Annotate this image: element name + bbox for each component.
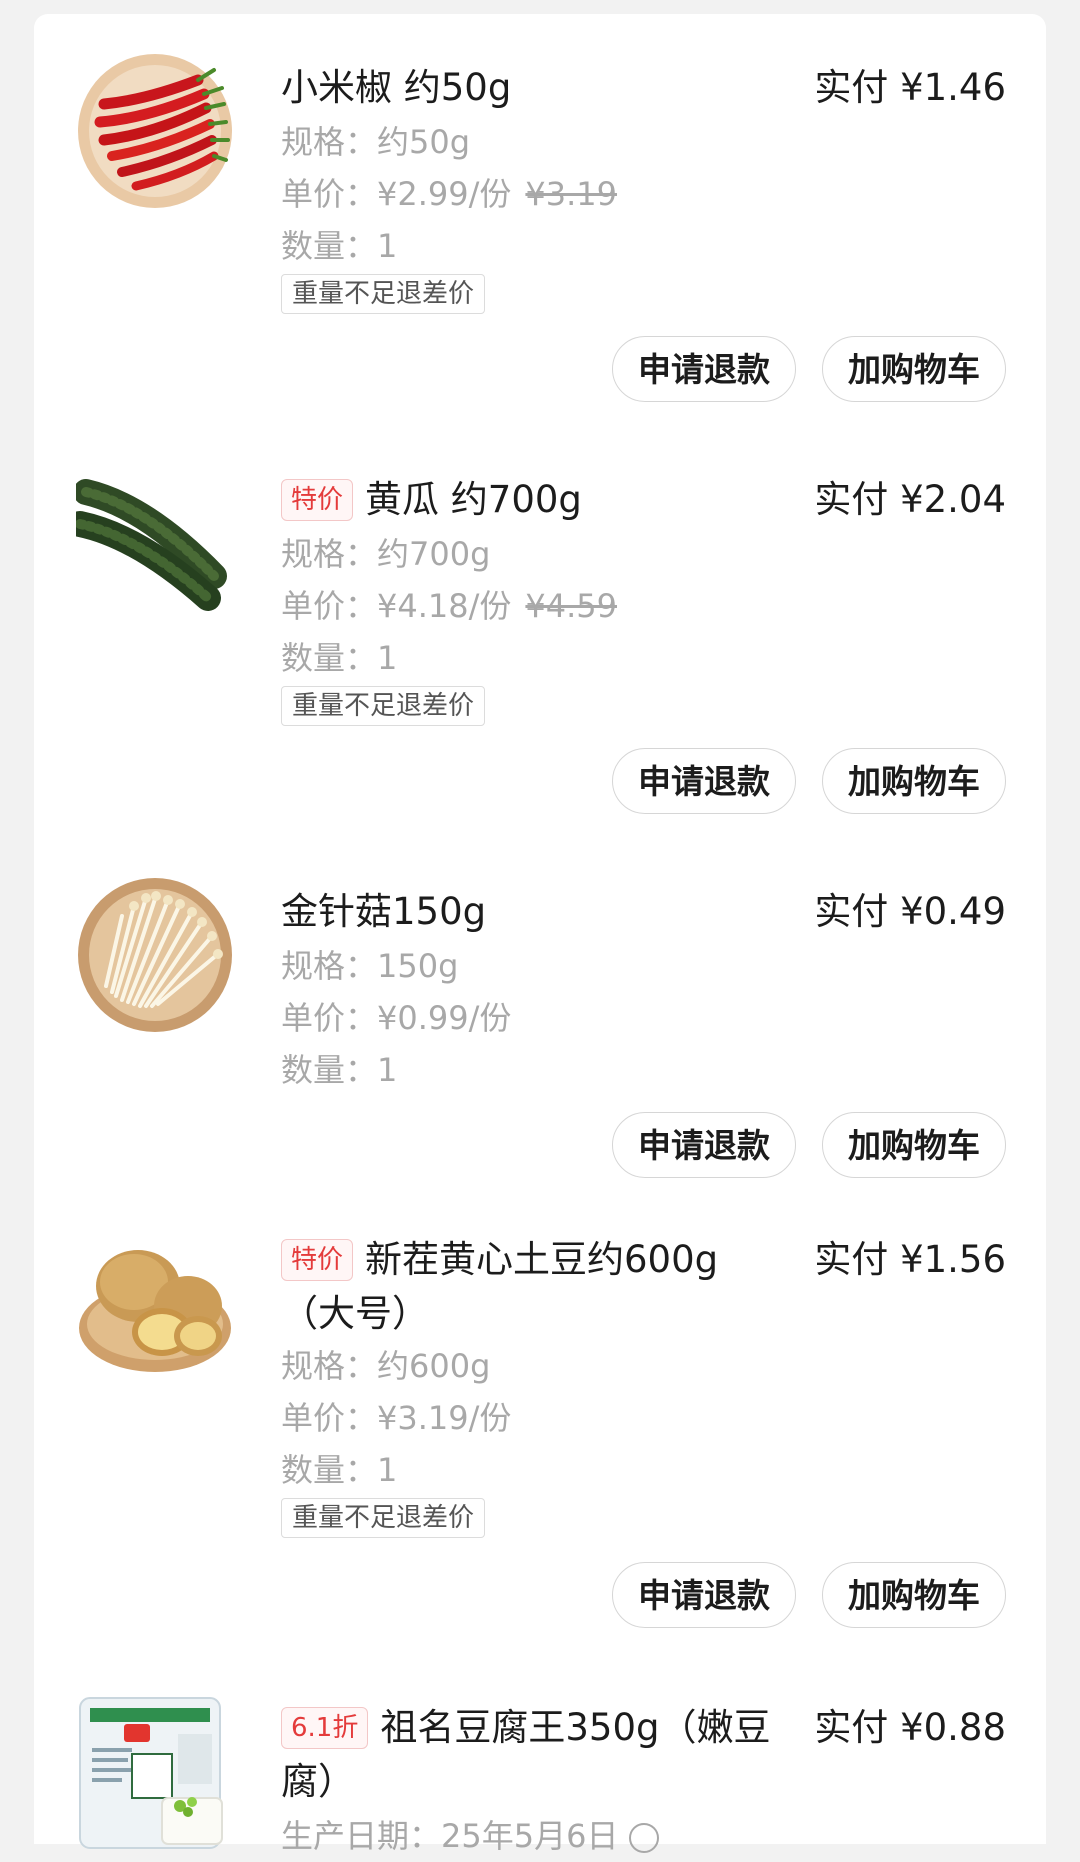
product-title[interactable]: 金针菇150g [281,890,486,933]
refund-button[interactable]: 申请退款 [612,1112,796,1178]
refund-button[interactable]: 申请退款 [612,748,796,814]
paid-amount: 实付 ¥1.46 [814,66,1006,109]
product-unit-price: 单价：¥3.19/份 [281,1399,512,1437]
product-unit-price: 单价：¥0.99/份 [281,999,512,1037]
add-to-cart-button[interactable]: 加购物车 [822,1562,1006,1628]
order-items-card: 小米椒 约50g 实付 ¥1.46 规格：约50g 单价：¥2.99/份 ¥3.1… [34,14,1046,1855]
production-date: 生产日期：25年5月6日 [281,1810,659,1862]
original-price: ¥3.19 [525,175,618,213]
product-unit-price-row: 单价：¥2.99/份 ¥3.19 [281,168,617,220]
product-title-row: 6.1折 祖名豆腐王350g（嫩豆腐） [281,1701,771,1809]
paid-amount: 实付 ¥1.56 [814,1238,1006,1281]
product-quantity: 数量：1 [281,1451,398,1489]
add-to-cart-button[interactable]: 加购物车 [822,1112,1006,1178]
weight-refund-badge: 重量不足退差价 [281,274,486,314]
weight-refund-badge: 重量不足退差价 [281,686,486,726]
product-title-row: 金针菇150g [281,885,771,939]
info-icon[interactable] [628,1823,659,1853]
product-title-row: 特价 黄瓜 约700g [281,473,771,527]
unit-price: 单价：¥2.99/份 [281,175,512,213]
weight-refund-badge: 重量不足退差价 [281,1498,486,1538]
product-image-tofu[interactable] [76,1694,234,1852]
original-price: ¥4.59 [525,587,618,625]
product-spec: 规格：约700g [281,535,491,573]
discount-tag: 6.1折 [281,1707,369,1749]
product-image-potato[interactable] [76,1224,234,1382]
product-quantity: 数量：1 [281,1051,398,1089]
paid-amount: 实付 ¥2.04 [814,478,1006,521]
add-to-cart-button[interactable]: 加购物车 [822,336,1006,402]
add-to-cart-button[interactable]: 加购物车 [822,748,1006,814]
product-spec: 规格：约600g [281,1347,491,1385]
product-quantity: 数量：1 [281,639,398,677]
product-title[interactable]: 黄瓜 约700g [365,478,582,521]
paid-amount: 实付 ¥0.88 [814,1706,1006,1749]
unit-price: 单价：¥4.18/份 [281,587,512,625]
production-date-text: 生产日期：25年5月6日 [281,1817,619,1855]
product-image-cucumber[interactable] [76,466,234,624]
special-price-tag: 特价 [281,479,354,521]
product-image-enoki[interactable] [76,876,234,1034]
special-price-tag: 特价 [281,1239,354,1281]
product-spec: 规格：150g [281,947,459,985]
product-quantity: 数量：1 [281,227,398,265]
product-spec: 规格：约50g [281,123,471,161]
product-title-row: 小米椒 约50g [281,61,771,115]
refund-button[interactable]: 申请退款 [612,1562,796,1628]
product-title-row: 特价 新茬黄心土豆约600g（大号） [281,1233,771,1341]
product-image-chili[interactable] [76,52,234,210]
product-title[interactable]: 小米椒 约50g [281,66,511,109]
refund-button[interactable]: 申请退款 [612,336,796,402]
product-unit-price-row: 单价：¥4.18/份 ¥4.59 [281,580,617,632]
paid-amount: 实付 ¥0.49 [814,890,1006,933]
